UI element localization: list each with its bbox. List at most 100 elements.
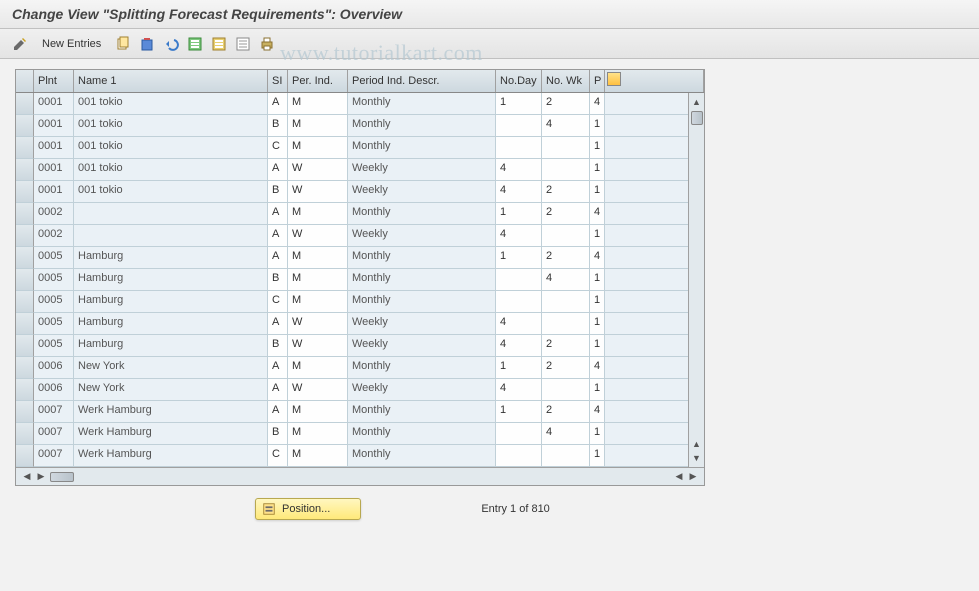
cell-si[interactable]: C: [268, 291, 288, 313]
col-per-desc[interactable]: Period Ind. Descr.: [348, 70, 496, 92]
scroll-left-end-icon[interactable]: ◀: [672, 470, 686, 484]
table-row[interactable]: 0001001 tokioBMMonthly41: [16, 115, 704, 137]
cell-si[interactable]: A: [268, 401, 288, 423]
cell-p[interactable]: 1: [590, 379, 605, 401]
col-no-day[interactable]: No.Day: [496, 70, 542, 92]
cell-no-wk[interactable]: [542, 159, 590, 181]
cell-no-day[interactable]: [496, 423, 542, 445]
cell-no-day[interactable]: 4: [496, 159, 542, 181]
table-row[interactable]: 0005HamburgBMMonthly41: [16, 269, 704, 291]
table-row[interactable]: 0005HamburgCMMonthly1: [16, 291, 704, 313]
cell-si[interactable]: C: [268, 137, 288, 159]
table-row[interactable]: 0001001 tokioAMMonthly124 ▲ ▲ ▼: [16, 93, 704, 115]
cell-no-wk[interactable]: 4: [542, 423, 590, 445]
table-row[interactable]: 0007Werk HamburgCMMonthly1: [16, 445, 704, 467]
copy-icon[interactable]: [113, 34, 133, 54]
cell-no-wk[interactable]: 4: [542, 115, 590, 137]
col-per-ind[interactable]: Per. Ind.: [288, 70, 348, 92]
deselect-all-icon[interactable]: [233, 34, 253, 54]
cell-per-ind[interactable]: W: [288, 313, 348, 335]
cell-no-day[interactable]: [496, 115, 542, 137]
row-selector[interactable]: [16, 93, 34, 115]
cell-per-ind[interactable]: W: [288, 159, 348, 181]
row-selector[interactable]: [16, 291, 34, 313]
table-row[interactable]: 0001001 tokioAWWeekly41: [16, 159, 704, 181]
col-si[interactable]: SI: [268, 70, 288, 92]
cell-no-day[interactable]: [496, 269, 542, 291]
cell-no-wk[interactable]: 2: [542, 401, 590, 423]
table-settings-icon[interactable]: [607, 72, 621, 86]
cell-no-day[interactable]: 4: [496, 181, 542, 203]
cell-no-wk[interactable]: 4: [542, 269, 590, 291]
cell-per-ind[interactable]: M: [288, 115, 348, 137]
col-plnt[interactable]: Plnt: [34, 70, 74, 92]
h-scroll-thumb[interactable]: [50, 472, 74, 482]
select-block-icon[interactable]: [209, 34, 229, 54]
cell-no-day[interactable]: 4: [496, 379, 542, 401]
select-all-icon[interactable]: [185, 34, 205, 54]
row-selector[interactable]: [16, 335, 34, 357]
cell-no-day[interactable]: 4: [496, 225, 542, 247]
row-selector[interactable]: [16, 159, 34, 181]
scroll-up2-icon[interactable]: ▲: [690, 437, 704, 451]
cell-no-wk[interactable]: 2: [542, 203, 590, 225]
cell-p[interactable]: 1: [590, 269, 605, 291]
table-row[interactable]: 0001001 tokioCMMonthly1: [16, 137, 704, 159]
table-row[interactable]: 0005HamburgAWWeekly41: [16, 313, 704, 335]
cell-no-wk[interactable]: [542, 225, 590, 247]
table-row[interactable]: 0006New YorkAWWeekly41: [16, 379, 704, 401]
table-row[interactable]: 0005HamburgBWWeekly421: [16, 335, 704, 357]
cell-per-ind[interactable]: M: [288, 291, 348, 313]
cell-no-day[interactable]: [496, 137, 542, 159]
toggle-edit-icon[interactable]: [10, 34, 30, 54]
scroll-right-icon[interactable]: ▶: [34, 470, 48, 484]
cell-p[interactable]: 1: [590, 225, 605, 247]
vertical-scrollbar[interactable]: ▲ ▲ ▼: [688, 93, 704, 467]
cell-p[interactable]: 1: [590, 115, 605, 137]
cell-si[interactable]: A: [268, 159, 288, 181]
v-scroll-thumb[interactable]: [691, 111, 703, 125]
cell-no-day[interactable]: 1: [496, 357, 542, 379]
cell-si[interactable]: A: [268, 93, 288, 115]
row-selector[interactable]: [16, 115, 34, 137]
row-selector[interactable]: [16, 247, 34, 269]
table-row[interactable]: 0002AWWeekly41: [16, 225, 704, 247]
cell-no-wk[interactable]: [542, 379, 590, 401]
cell-no-day[interactable]: 4: [496, 335, 542, 357]
cell-per-ind[interactable]: W: [288, 335, 348, 357]
cell-si[interactable]: A: [268, 313, 288, 335]
horizontal-scrollbar[interactable]: ◀ ▶ ◀ ▶: [16, 467, 704, 485]
cell-p[interactable]: 1: [590, 335, 605, 357]
scroll-up-icon[interactable]: ▲: [690, 95, 704, 109]
cell-no-wk[interactable]: 2: [542, 335, 590, 357]
cell-p[interactable]: 4: [590, 401, 605, 423]
cell-no-wk[interactable]: 2: [542, 181, 590, 203]
row-selector[interactable]: [16, 423, 34, 445]
cell-per-ind[interactable]: M: [288, 357, 348, 379]
row-selector[interactable]: [16, 203, 34, 225]
cell-per-ind[interactable]: M: [288, 247, 348, 269]
cell-per-ind[interactable]: M: [288, 137, 348, 159]
cell-si[interactable]: B: [268, 269, 288, 291]
cell-p[interactable]: 1: [590, 159, 605, 181]
cell-p[interactable]: 4: [590, 247, 605, 269]
cell-si[interactable]: A: [268, 247, 288, 269]
print-icon[interactable]: [257, 34, 277, 54]
cell-no-wk[interactable]: [542, 313, 590, 335]
table-row[interactable]: 0006New YorkAMMonthly124: [16, 357, 704, 379]
cell-si[interactable]: B: [268, 115, 288, 137]
table-row[interactable]: 0007Werk HamburgBMMonthly41: [16, 423, 704, 445]
cell-per-ind[interactable]: M: [288, 269, 348, 291]
cell-no-day[interactable]: 1: [496, 401, 542, 423]
cell-no-day[interactable]: [496, 291, 542, 313]
col-no-wk[interactable]: No. Wk: [542, 70, 590, 92]
new-entries-button[interactable]: New Entries: [34, 36, 109, 52]
scroll-right-end-icon[interactable]: ▶: [686, 470, 700, 484]
cell-p[interactable]: 4: [590, 203, 605, 225]
cell-no-wk[interactable]: [542, 291, 590, 313]
row-selector[interactable]: [16, 445, 34, 467]
cell-p[interactable]: 1: [590, 291, 605, 313]
cell-per-ind[interactable]: M: [288, 401, 348, 423]
cell-si[interactable]: A: [268, 379, 288, 401]
cell-no-day[interactable]: [496, 445, 542, 467]
